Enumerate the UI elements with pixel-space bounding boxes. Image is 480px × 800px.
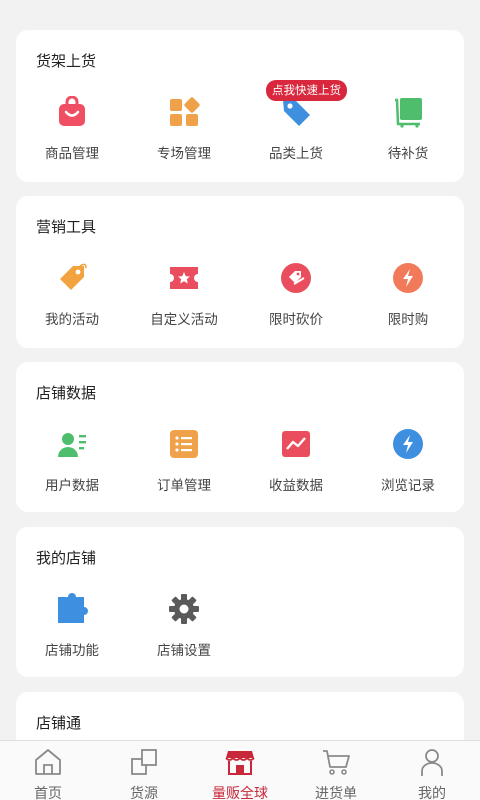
category-listing-button[interactable]: 品类上货 <box>240 92 352 172</box>
tab-label: 量贩全球 <box>212 786 268 800</box>
gear-icon <box>169 594 199 624</box>
item-label: 待补货 <box>387 146 429 162</box>
shopping-bag-icon <box>59 96 85 126</box>
item-label: 限时购 <box>387 312 429 328</box>
section-title: 我的店铺 <box>36 549 97 567</box>
goods-management-button[interactable]: 商品管理 <box>16 92 128 172</box>
user-card-icon <box>58 433 86 457</box>
my-activity-button[interactable]: 我的活动 <box>16 258 128 338</box>
item-label: 商品管理 <box>45 146 99 162</box>
store-icon <box>225 751 255 775</box>
cart-board-icon <box>395 98 422 128</box>
restock-button[interactable]: 待补货 <box>352 92 464 172</box>
tab-mine[interactable]: 我的 <box>384 741 480 800</box>
cart-icon <box>323 750 350 775</box>
section-marketing: 营销工具 我的活动 自定义活动 限时砍价 限时购 <box>16 196 464 348</box>
store-settings-button[interactable]: 店铺设置 <box>128 589 240 669</box>
tab-home[interactable]: 首页 <box>0 741 96 800</box>
ticket-star-icon <box>170 267 198 289</box>
user-data-button[interactable]: 用户数据 <box>16 424 128 504</box>
source-icon <box>131 749 157 775</box>
section-title: 营销工具 <box>36 218 97 236</box>
item-label: 我的活动 <box>45 312 99 328</box>
section-title: 货架上货 <box>36 52 97 70</box>
person-icon <box>421 749 443 776</box>
flash-sale-button[interactable]: 限时购 <box>352 258 464 338</box>
item-label: 用户数据 <box>45 478 99 494</box>
revenue-data-button[interactable]: 收益数据 <box>240 424 352 504</box>
tab-source[interactable]: 货源 <box>96 741 192 800</box>
list-icon <box>170 430 198 458</box>
lightning-circle-icon <box>393 429 423 459</box>
section-shelf: 货架上货 商品管理 专场管理 品类上货 待补货 点我快速上货 <box>16 30 464 182</box>
custom-activity-button[interactable]: 自定义活动 <box>128 258 240 338</box>
item-label: 店铺设置 <box>157 643 211 659</box>
quick-listing-badge[interactable]: 点我快速上货 <box>266 80 347 101</box>
main-scroll-area[interactable]: 货架上货 商品管理 专场管理 品类上货 待补货 点我快速上货 营销工具 我的活动… <box>0 0 480 740</box>
tab-label: 进货单 <box>315 786 357 800</box>
item-label: 浏览记录 <box>381 478 435 494</box>
item-label: 收益数据 <box>269 478 323 494</box>
tab-global-wholesale[interactable]: 量贩全球 <box>192 741 288 800</box>
tag-icon <box>60 263 87 290</box>
tab-label: 货源 <box>130 786 158 800</box>
bottom-tab-bar: 首页 货源 量贩全球 进货单 我的 <box>0 740 480 800</box>
lightning-icon <box>393 263 423 293</box>
item-label: 订单管理 <box>157 478 211 494</box>
item-label: 品类上货 <box>269 146 323 162</box>
item-label: 限时砍价 <box>269 312 323 328</box>
tab-label: 首页 <box>34 786 62 800</box>
browse-history-button[interactable]: 浏览记录 <box>352 424 464 504</box>
grid-blocks-icon <box>170 97 200 126</box>
home-icon <box>35 749 61 775</box>
store-functions-button[interactable]: 店铺功能 <box>16 589 128 669</box>
tab-label: 我的 <box>418 786 446 800</box>
discount-icon <box>281 263 311 293</box>
section-store-data: 店铺数据 用户数据 订单管理 收益数据 浏览记录 <box>16 362 464 512</box>
item-label: 店铺功能 <box>45 643 99 659</box>
flash-bargain-button[interactable]: 限时砍价 <box>240 258 352 338</box>
puzzle-icon <box>58 593 88 623</box>
section-title: 店铺数据 <box>36 384 97 402</box>
section-store-connect: 店铺通 <box>16 692 464 740</box>
chart-icon <box>282 431 310 457</box>
section-my-store: 我的店铺 店铺功能 店铺设置 <box>16 527 464 677</box>
special-management-button[interactable]: 专场管理 <box>128 92 240 172</box>
item-label: 专场管理 <box>157 146 211 162</box>
item-label: 自定义活动 <box>150 312 218 328</box>
section-title: 店铺通 <box>36 714 82 732</box>
tab-purchase-list[interactable]: 进货单 <box>288 741 384 800</box>
order-management-button[interactable]: 订单管理 <box>128 424 240 504</box>
